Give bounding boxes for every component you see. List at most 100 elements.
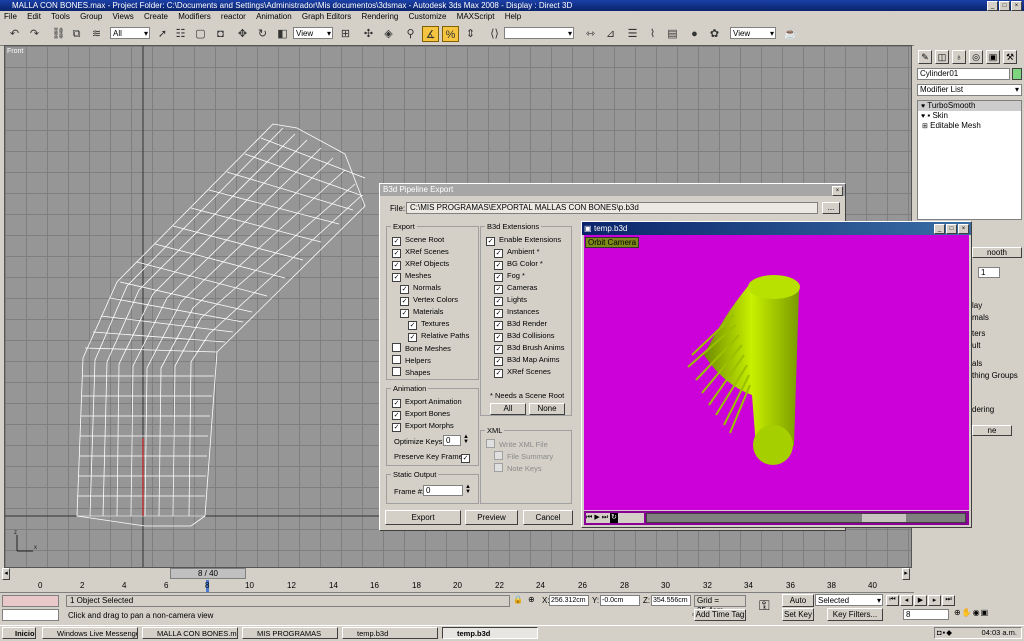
angle-snap-icon[interactable]: ∡ xyxy=(422,26,439,42)
stack-item-turbosmooth[interactable]: ♥ TurboSmooth xyxy=(918,101,1021,111)
object-name-field[interactable]: Cylinder01 xyxy=(917,68,1010,80)
next-key-icon[interactable]: ▸ xyxy=(928,595,941,606)
preview-button[interactable]: Preview xyxy=(465,510,518,525)
display-tab-icon[interactable]: ▣ xyxy=(986,50,1000,64)
taskbar-item-mis-programas[interactable]: MIS PROGRAMAS xyxy=(242,627,338,639)
checkbox-fog[interactable]: ✓ Fog * xyxy=(494,271,525,282)
utilities-tab-icon[interactable]: ⚒ xyxy=(1003,50,1017,64)
window-crossing-icon[interactable]: ◘ xyxy=(212,26,229,42)
manipulate-icon[interactable]: ✣ xyxy=(360,26,377,42)
menu-help[interactable]: Help xyxy=(501,12,525,21)
add-time-tag-button[interactable]: Add Time Tag xyxy=(694,609,746,621)
material-editor-icon[interactable]: ● xyxy=(686,26,703,42)
menu-edit[interactable]: Edit xyxy=(23,12,45,21)
maximize-button[interactable]: □ xyxy=(999,1,1010,11)
checkbox-enable-extensions[interactable]: ✓ Enable Extensions xyxy=(486,235,561,246)
minimize-button[interactable]: _ xyxy=(934,224,945,234)
render-view-dropdown[interactable]: View xyxy=(730,27,776,40)
pivot-center-icon[interactable]: ⊞ xyxy=(337,26,354,42)
frame-number-field[interactable]: 0 xyxy=(423,485,463,496)
export-button[interactable]: Export xyxy=(385,510,461,525)
bind-spacewarp-icon[interactable]: ≋ xyxy=(88,26,105,42)
key-icon[interactable]: ⚿ xyxy=(759,597,770,614)
menu-customize[interactable]: Customize xyxy=(405,12,451,21)
go-end-icon[interactable]: ⏭ xyxy=(602,513,608,523)
modify-tab-icon[interactable]: ◫ xyxy=(935,50,949,64)
checkbox-export-animation[interactable]: ✓ Export Animation xyxy=(392,397,462,408)
pan-icon[interactable]: ✋ xyxy=(962,608,972,617)
close-button[interactable]: × xyxy=(1011,1,1022,11)
select-by-name-icon[interactable]: ☷ xyxy=(172,26,189,42)
stack-item-skin[interactable]: ♥ ▪ Skin xyxy=(918,111,1021,121)
checkbox-b3d-brush-anims[interactable]: ✓ B3d Brush Anims xyxy=(494,343,565,354)
checkbox-xref-scenes[interactable]: ✓ XRef Scenes xyxy=(392,247,449,258)
checkbox-vertex-colors[interactable]: ✓ Vertex Colors xyxy=(400,295,458,306)
set-key-button[interactable]: Set Key xyxy=(782,608,814,621)
checkbox-instances[interactable]: ✓ Instances xyxy=(494,307,539,318)
checkbox-ambient[interactable]: ✓ Ambient * xyxy=(494,247,540,258)
checkbox-meshes[interactable]: ✓ Meshes xyxy=(392,271,431,282)
menu-modifiers[interactable]: Modifiers xyxy=(174,12,214,21)
iterations-spinner[interactable]: 1 xyxy=(978,267,1000,278)
schematic-view-icon[interactable]: ▤ xyxy=(664,26,681,42)
auto-key-button[interactable]: Auto Key xyxy=(782,594,814,616)
start-button[interactable]: Inicio xyxy=(2,627,36,639)
select-rotate-icon[interactable]: ↻ xyxy=(254,26,271,42)
expand-icon[interactable]: ⊞ xyxy=(922,123,928,130)
maxscript-listener-white[interactable] xyxy=(2,609,59,621)
menu-file[interactable]: File xyxy=(0,12,21,21)
selection-filter-dropdown[interactable]: All xyxy=(110,27,150,40)
redo-icon[interactable]: ↷ xyxy=(26,26,43,42)
menu-maxscript[interactable]: MAXScript xyxy=(453,12,499,21)
cancel-button[interactable]: Cancel xyxy=(523,510,573,525)
hierarchy-tab-icon[interactable]: ♁ xyxy=(952,50,966,64)
absolute-mode-icon[interactable]: ⊕ xyxy=(528,595,535,604)
tray-icons[interactable]: ◘▪◆ xyxy=(935,628,953,638)
checkbox-xref-objects[interactable]: ✓ XRef Objects xyxy=(392,259,449,270)
unlink-icon[interactable]: ⧉ xyxy=(68,26,85,42)
checkbox-note-keys[interactable]: Note Keys xyxy=(494,463,542,473)
x-coordinate-field[interactable]: 256.312cm xyxy=(549,595,589,606)
maxscript-listener-pink[interactable] xyxy=(2,595,59,607)
rollout-title[interactable]: nooth xyxy=(972,247,1022,258)
checkbox-bone-meshes[interactable]: Bone Meshes xyxy=(392,343,451,353)
lock-icon[interactable]: 🔒 xyxy=(513,595,523,604)
checkbox-helpers[interactable]: Helpers xyxy=(392,355,431,365)
checkbox-bg-color[interactable]: ✓ BG Color * xyxy=(494,259,543,270)
menu-tools[interactable]: Tools xyxy=(47,12,74,21)
current-frame-field[interactable]: 8 xyxy=(903,609,949,620)
undo-icon[interactable]: ↶ xyxy=(6,26,23,42)
next-frame-icon[interactable]: ▸ xyxy=(902,568,910,580)
dialog-close-icon[interactable]: × xyxy=(832,186,843,196)
checkbox-export-bones[interactable]: ✓ Export Bones xyxy=(392,409,450,420)
named-selection-icon[interactable]: ⟨⟩ xyxy=(486,26,503,42)
stack-item-editable-mesh[interactable]: ⊞ Editable Mesh xyxy=(918,121,1021,131)
checkbox-b3d-map-anims[interactable]: ✓ B3d Map Anims xyxy=(494,355,560,366)
checkbox-preserve-key-frames[interactable]: ✓ xyxy=(461,452,474,463)
go-to-end-icon[interactable]: ⏭ xyxy=(942,595,955,606)
go-to-start-icon[interactable]: ⏮ xyxy=(886,595,899,606)
select-move-icon[interactable]: ✥ xyxy=(234,26,251,42)
menu-group[interactable]: Group xyxy=(76,12,106,21)
checkbox-cameras[interactable]: ✓ Cameras xyxy=(494,283,537,294)
menu-create[interactable]: Create xyxy=(140,12,172,21)
prev-frame-icon[interactable]: ◂ xyxy=(2,568,10,580)
taskbar-item-3dsmax[interactable]: MALLA CON BONES.max ... xyxy=(142,627,238,639)
go-start-icon[interactable]: ⏮ xyxy=(586,513,592,523)
loop-icon[interactable]: ↻ xyxy=(610,513,618,523)
file-path-field[interactable]: C:\MIS PROGRAMAS\EXPORTAL MALLAS CON BON… xyxy=(406,202,818,214)
mirror-icon[interactable]: ⇿ xyxy=(582,26,599,42)
link-icon[interactable]: ⛓ xyxy=(50,26,67,42)
time-slider[interactable]: 8 / 40 xyxy=(170,568,246,579)
checkbox-scene-root[interactable]: ✓ Scene Root xyxy=(392,235,444,246)
align-icon[interactable]: ⊿ xyxy=(602,26,619,42)
key-mode-dropdown[interactable]: Selected xyxy=(815,594,883,607)
preview-3d-canvas[interactable]: Orbit Camera xyxy=(584,235,969,510)
render-setup-icon[interactable]: ✿ xyxy=(706,26,723,42)
checkbox-materials[interactable]: ✓ Materials xyxy=(400,307,443,318)
checkbox-xref-scenes-ext[interactable]: ✓ XRef Scenes xyxy=(494,367,551,378)
rect-selection-icon[interactable]: ▢ xyxy=(192,26,209,42)
checkbox-write-xml[interactable]: Write XML File xyxy=(486,439,548,449)
zoom-icon[interactable]: ⊕ xyxy=(954,608,961,617)
menu-views[interactable]: Views xyxy=(109,12,138,21)
